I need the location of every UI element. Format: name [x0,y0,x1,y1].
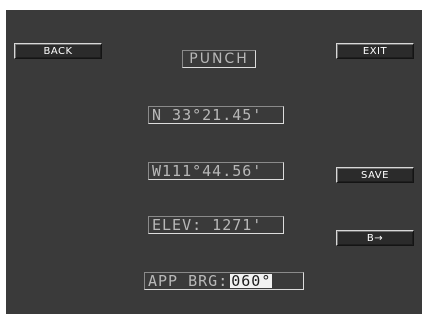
elevation-field[interactable]: ELEV: 1271' [148,216,284,234]
page-title: PUNCH [182,50,256,68]
approach-bearing-label: APP BRG: [148,272,229,290]
save-button[interactable]: SAVE [336,167,414,183]
enter-button[interactable]: B→ [336,230,414,246]
approach-bearing-value[interactable]: 060° [230,274,273,289]
display-screen: BACK PUNCH EXIT N 33°21.45' W111°44.56' … [6,10,422,314]
exit-button[interactable]: EXIT [336,43,414,59]
longitude-field[interactable]: W111°44.56' [148,162,284,180]
approach-bearing-field[interactable]: APP BRG: 060° [144,272,304,290]
back-button[interactable]: BACK [14,43,102,59]
latitude-field[interactable]: N 33°21.45' [148,106,284,124]
